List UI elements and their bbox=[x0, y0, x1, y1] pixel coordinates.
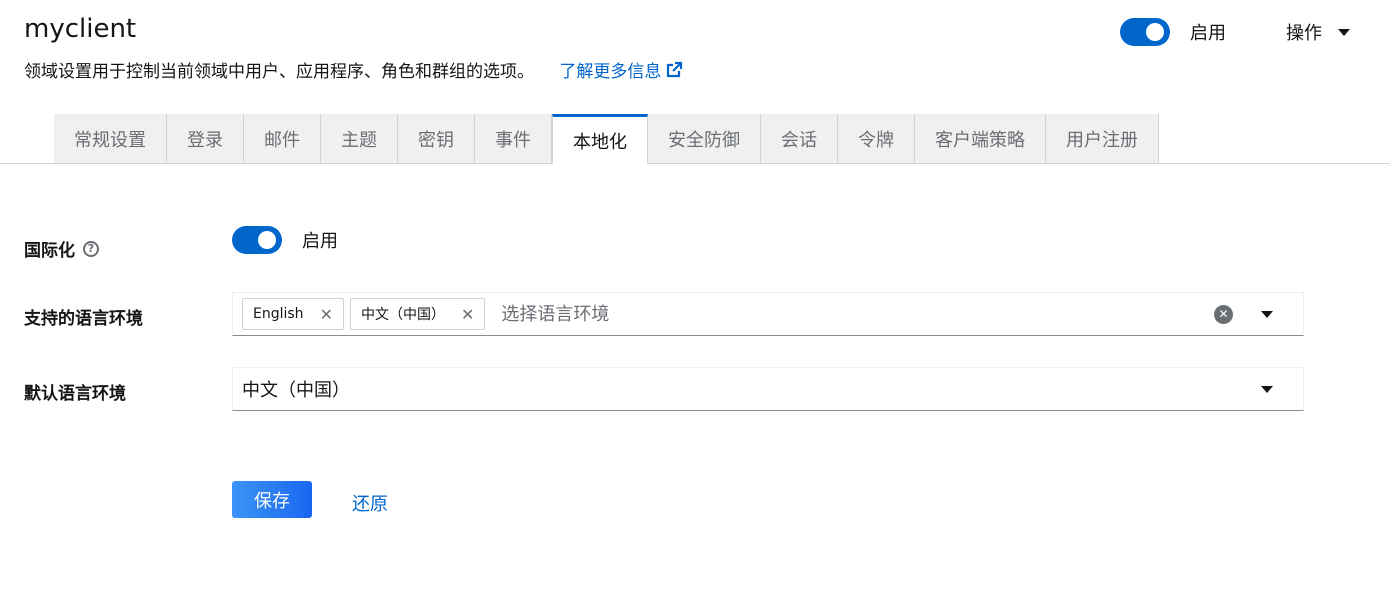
internationalization-switch-label: 启用 bbox=[302, 231, 338, 252]
tab-events[interactable]: 事件 bbox=[475, 114, 552, 163]
internationalization-switch[interactable] bbox=[232, 226, 282, 254]
internationalization-label: 国际化 ? bbox=[24, 236, 99, 261]
enabled-switch[interactable] bbox=[1120, 18, 1170, 46]
tab-label: 邮件 bbox=[264, 129, 300, 151]
caret-down-icon bbox=[1338, 28, 1350, 36]
default-locale-label: 默认语言环境 bbox=[24, 379, 126, 404]
tab-label: 会话 bbox=[781, 129, 817, 151]
switch-knob bbox=[1146, 23, 1164, 41]
enabled-switch-label: 启用 bbox=[1190, 23, 1226, 44]
supported-locales-toggle[interactable] bbox=[1255, 310, 1279, 318]
help-icon[interactable]: ? bbox=[83, 240, 99, 257]
tab-label: 事件 bbox=[495, 129, 531, 151]
localization-form: 国际化 ? 启用 支持的语言环境 English ✕ 中文（中国） ✕ ✕ 默认… bbox=[0, 164, 1390, 589]
settings-tabs: 常规设置 登录 邮件 主题 密钥 事件 本地化 安全防御 会话 令牌 客户端策略… bbox=[0, 114, 1390, 164]
page-header: myclient 领域设置用于控制当前领域中用户、应用程序、角色和群组的选项。 … bbox=[0, 0, 1390, 114]
default-locale-label-text: 默认语言环境 bbox=[24, 384, 126, 404]
tab-label: 安全防御 bbox=[668, 129, 740, 151]
tab-keys[interactable]: 密钥 bbox=[398, 114, 475, 163]
tab-themes[interactable]: 主题 bbox=[321, 114, 398, 163]
tab-label: 本地化 bbox=[573, 131, 627, 153]
default-locale-value: 中文（中国） bbox=[242, 380, 350, 401]
tab-label: 登录 bbox=[187, 129, 223, 151]
chip-label: 中文（中国） bbox=[360, 307, 445, 323]
tab-login[interactable]: 登录 bbox=[167, 114, 244, 163]
learn-more-label: 了解更多信息 bbox=[559, 62, 662, 82]
page-description: 领域设置用于控制当前领域中用户、应用程序、角色和群组的选项。 了解更多信息 bbox=[24, 57, 683, 82]
tab-user-registration[interactable]: 用户注册 bbox=[1046, 114, 1159, 163]
page-description-text: 领域设置用于控制当前领域中用户、应用程序、角色和群组的选项。 bbox=[24, 62, 534, 82]
tab-label: 主题 bbox=[341, 129, 377, 151]
close-icon[interactable]: ✕ bbox=[461, 305, 474, 324]
tab-label: 常规设置 bbox=[74, 129, 146, 151]
close-icon[interactable]: ✕ bbox=[320, 305, 333, 324]
locale-chip-chinese: 中文（中国） ✕ bbox=[349, 298, 486, 330]
tab-label: 用户注册 bbox=[1066, 129, 1138, 151]
supported-locales-label: 支持的语言环境 bbox=[24, 304, 143, 329]
tab-general[interactable]: 常规设置 bbox=[54, 114, 167, 163]
supported-locales-select[interactable]: English ✕ 中文（中国） ✕ ✕ bbox=[232, 292, 1304, 336]
caret-down-icon bbox=[1261, 385, 1273, 393]
tab-client-policies[interactable]: 客户端策略 bbox=[915, 114, 1046, 163]
tab-security-defenses[interactable]: 安全防御 bbox=[648, 114, 761, 163]
internationalization-switch-group: 启用 bbox=[232, 226, 338, 254]
header-controls: 启用 操作 bbox=[1120, 18, 1350, 46]
tab-label: 令牌 bbox=[858, 129, 894, 151]
revert-button[interactable]: 还原 bbox=[352, 490, 388, 516]
external-link-icon bbox=[667, 61, 683, 77]
save-button[interactable]: 保存 bbox=[232, 481, 312, 518]
learn-more-link[interactable]: 了解更多信息 bbox=[559, 57, 683, 82]
locale-search-input[interactable] bbox=[499, 302, 1214, 326]
supported-locales-label-text: 支持的语言环境 bbox=[24, 309, 143, 329]
actions-dropdown-label: 操作 bbox=[1286, 23, 1322, 44]
page-title: myclient bbox=[24, 14, 137, 44]
chip-label: English bbox=[253, 306, 304, 322]
caret-down-icon bbox=[1261, 310, 1273, 318]
default-locale-select[interactable]: 中文（中国） bbox=[232, 367, 1304, 411]
tab-email[interactable]: 邮件 bbox=[244, 114, 321, 163]
tab-sessions[interactable]: 会话 bbox=[761, 114, 838, 163]
locale-chip-english: English ✕ bbox=[242, 298, 344, 330]
switch-knob bbox=[258, 231, 276, 249]
tab-tokens[interactable]: 令牌 bbox=[838, 114, 915, 163]
tab-label: 客户端策略 bbox=[935, 129, 1025, 151]
clear-icon[interactable]: ✕ bbox=[1214, 304, 1233, 324]
tab-localization[interactable]: 本地化 bbox=[552, 114, 648, 164]
tab-label: 密钥 bbox=[418, 129, 454, 151]
actions-dropdown[interactable]: 操作 bbox=[1286, 19, 1350, 45]
internationalization-label-text: 国际化 bbox=[24, 241, 75, 261]
default-locale-toggle[interactable] bbox=[1255, 385, 1279, 393]
